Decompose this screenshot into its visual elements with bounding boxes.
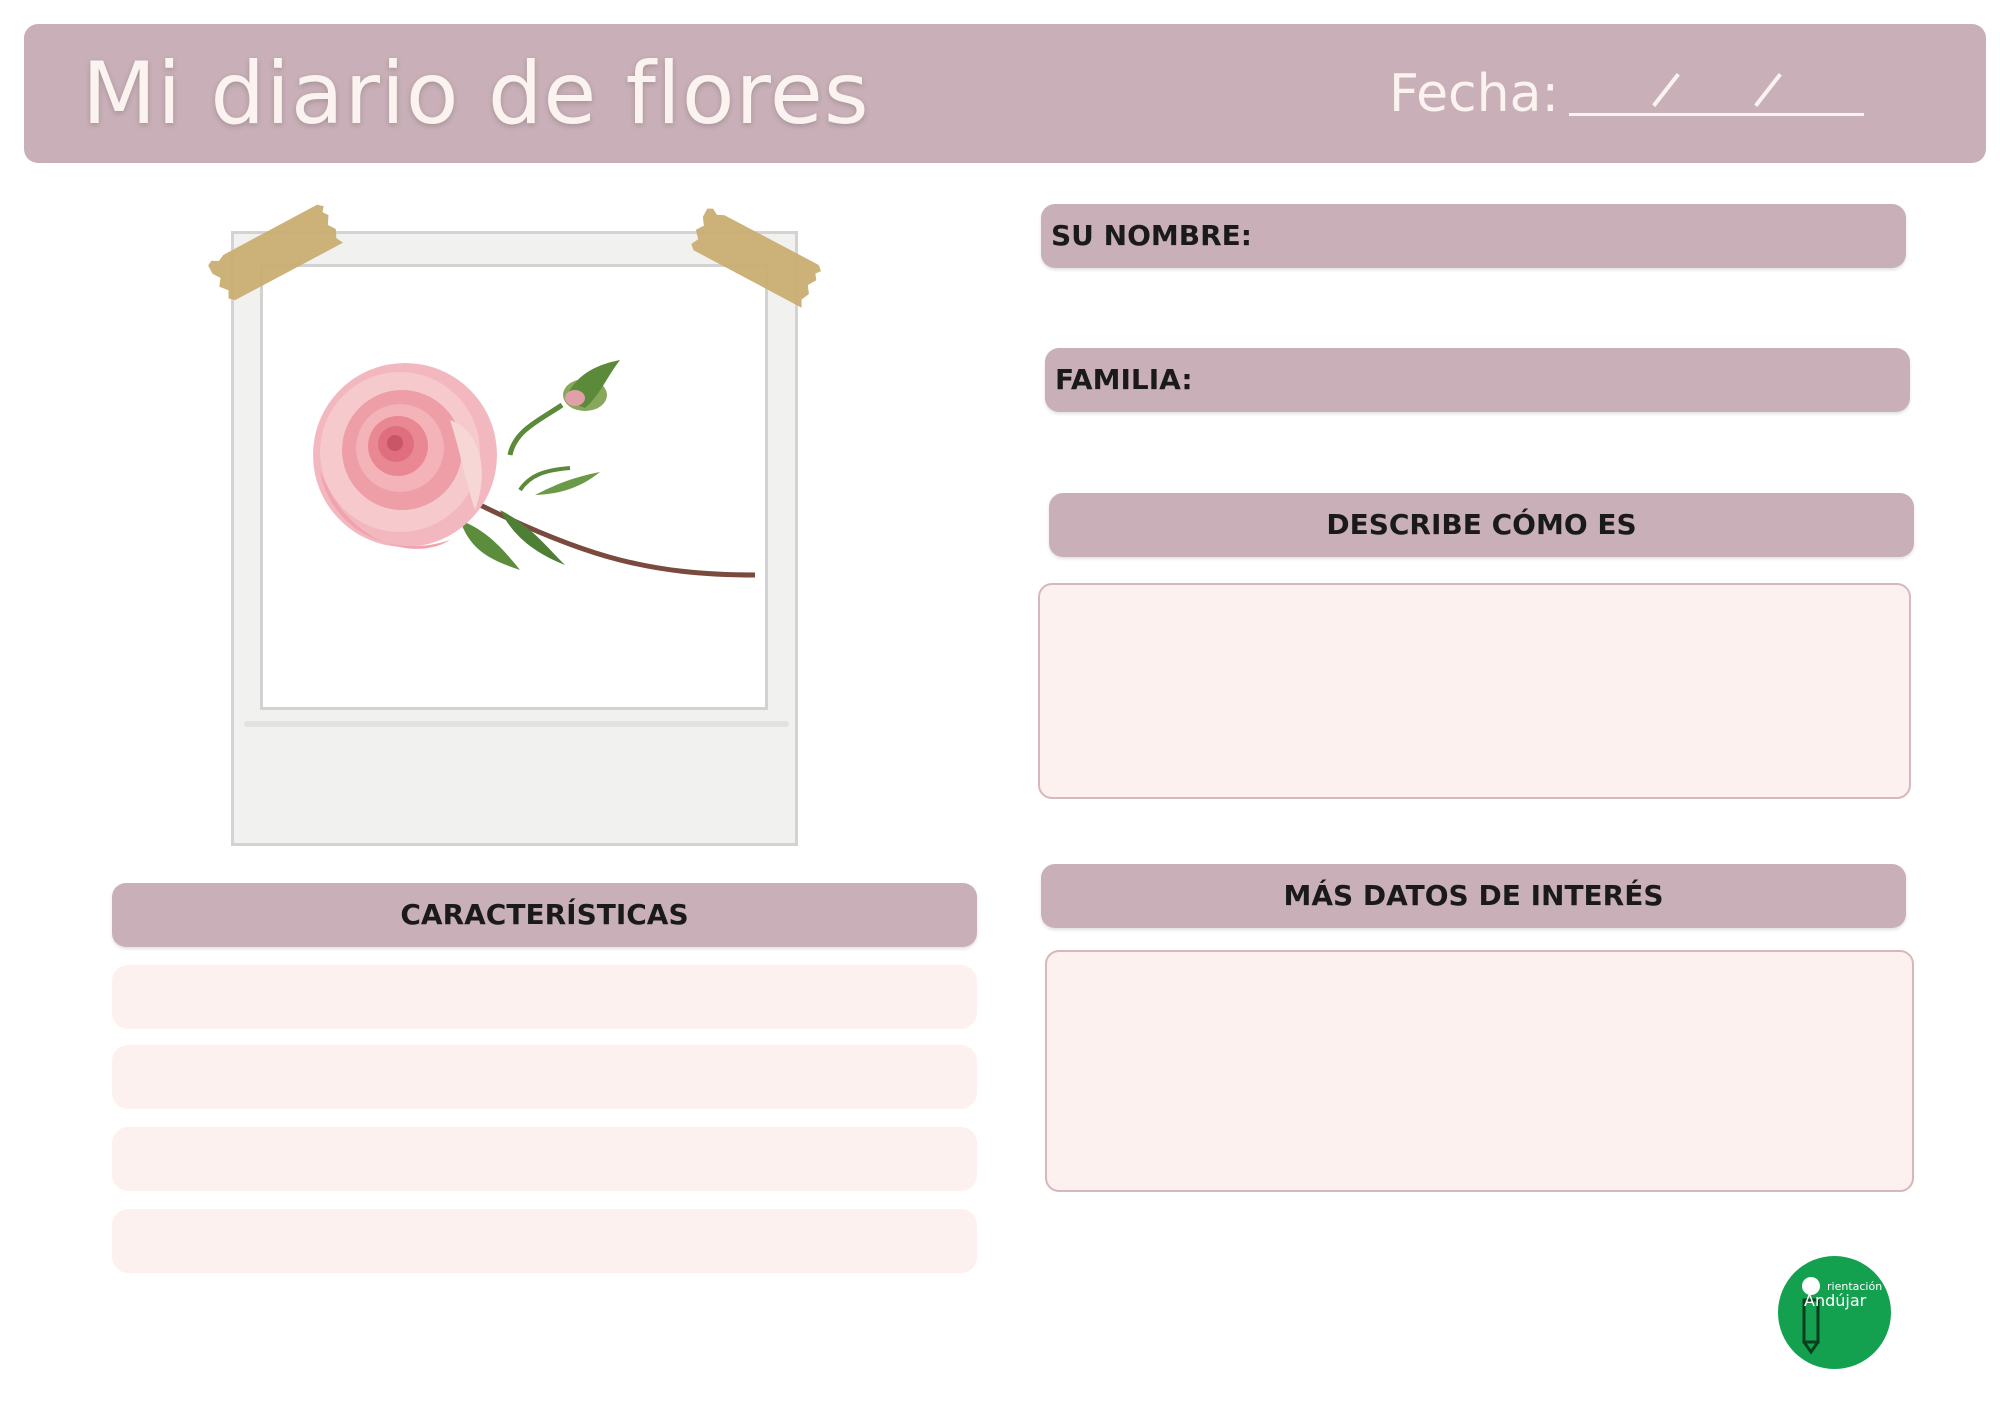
describe-text-box[interactable] — [1038, 583, 1911, 799]
rose-image — [313, 360, 756, 578]
more-data-text-box[interactable] — [1045, 950, 1914, 1192]
date-slash-1 — [1652, 73, 1680, 107]
characteristics-row-1[interactable] — [112, 965, 977, 1029]
page-title: Mi diario de flores — [82, 44, 870, 144]
characteristics-label-bar: CARACTERÍSTICAS — [112, 883, 977, 947]
logo-name: Andújar — [1804, 1291, 1867, 1310]
header-bar: Mi diario de flores Fecha: — [24, 24, 1986, 163]
describe-label-bar: DESCRIBE CÓMO ES — [1049, 493, 1914, 557]
more-data-label-bar: MÁS DATOS DE INTERÉS — [1041, 864, 1906, 928]
characteristics-row-4[interactable] — [112, 1209, 977, 1273]
photo-frame-divider — [244, 721, 789, 727]
date-label: Fecha: — [1389, 64, 1559, 124]
characteristics-row-2[interactable] — [112, 1045, 977, 1109]
characteristics-row-3[interactable] — [112, 1127, 977, 1191]
family-label-bar: FAMILIA: — [1045, 348, 1910, 412]
date-slash-2 — [1754, 73, 1782, 107]
pencil-icon — [1802, 1277, 1820, 1355]
name-label-bar: SU NOMBRE: — [1041, 204, 1906, 268]
logo-badge — [1778, 1256, 1891, 1369]
date-field[interactable] — [1569, 113, 1864, 116]
